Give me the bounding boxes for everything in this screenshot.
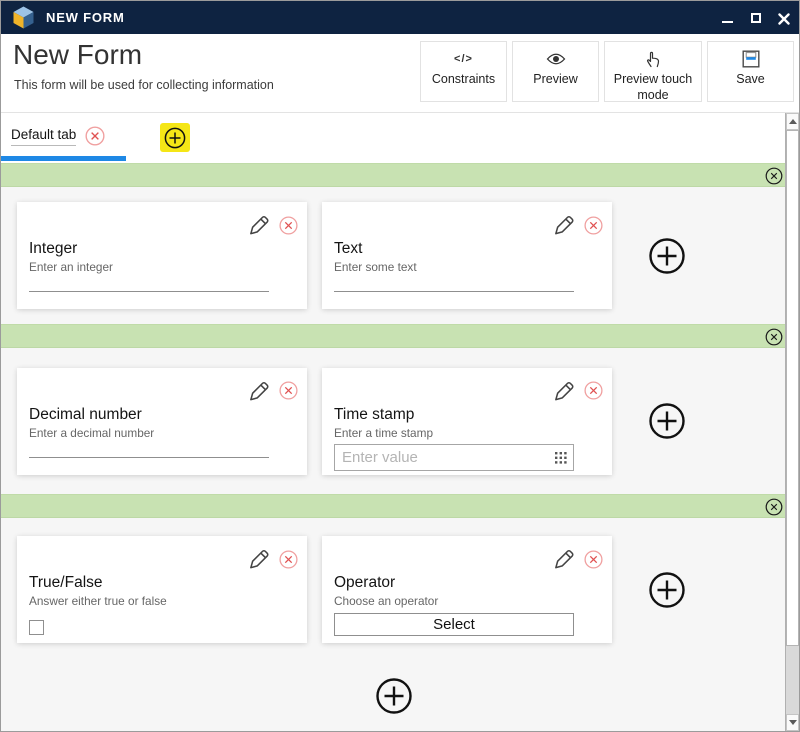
minimize-button[interactable] [722,12,734,24]
form-canvas: Integer Enter an integer Text Enter some… [1,163,786,731]
save-label: Save [736,71,765,87]
tab-bar: Default tab [1,113,786,163]
field-name: Decimal number [29,406,295,424]
field-card-integer: Integer Enter an integer [17,202,307,309]
page-subtitle: This form will be used for collecting in… [14,78,274,92]
field-card-decimal: Decimal number Enter a decimal number [17,368,307,475]
edit-field-icon[interactable] [553,380,575,402]
edit-field-icon[interactable] [248,548,270,570]
decimal-input[interactable] [29,457,269,458]
scroll-down-icon [789,720,797,725]
field-name: Time stamp [334,406,600,424]
field-description: Enter an integer [29,260,295,274]
scroll-down-button[interactable] [786,714,799,731]
app-logo-icon [13,6,34,29]
field-description: Answer either true or false [29,594,295,608]
edit-field-icon[interactable] [248,380,270,402]
field-name: Integer [29,240,295,258]
tab-default-label: Default tab [11,127,76,146]
vertical-scrollbar[interactable] [785,113,799,731]
constraints-label: Constraints [432,71,495,87]
text-input[interactable] [334,291,574,292]
eye-icon [546,52,566,66]
keypad-icon[interactable] [555,452,567,464]
edit-field-icon[interactable] [553,548,575,570]
app-window: NEW FORM New Form This form will be used… [0,0,800,732]
row-3-add-field-button[interactable] [648,571,686,609]
close-button[interactable] [778,12,790,24]
save-floppy-icon [742,50,760,68]
row-1-remove-icon[interactable] [765,167,783,185]
row-2-remove-icon[interactable] [765,328,783,346]
field-card-truefalse: True/False Answer either true or false [17,536,307,643]
maximize-icon [751,13,761,23]
row-1: Integer Enter an integer Text Enter some… [1,187,786,324]
tab-default[interactable]: Default tab [11,126,105,146]
field-card-operator: Operator Choose an operator Select [322,536,612,643]
window-controls [722,12,790,24]
constraints-button[interactable]: </> Constraints [420,41,507,102]
tab-close-icon[interactable] [85,126,105,146]
preview-button[interactable]: Preview [512,41,599,102]
row-2-add-field-button[interactable] [648,402,686,440]
app-title: NEW FORM [46,10,125,25]
minimize-icon [722,21,733,23]
integer-input[interactable] [29,291,269,292]
row-1-header [1,163,786,187]
page-title: New Form [13,39,142,71]
code-icon: </> [454,53,473,65]
add-tab-button[interactable] [160,123,190,152]
scroll-up-button[interactable] [786,113,799,130]
scrollbar-thumb[interactable] [786,130,799,646]
edit-field-icon[interactable] [553,214,575,236]
toolbar: </> Constraints Preview Preview touch mo… [420,41,794,102]
field-name: Operator [334,574,600,592]
field-name: True/False [29,574,295,592]
field-description: Enter some text [334,260,600,274]
add-row-button[interactable] [375,677,413,715]
row-3-header [1,494,786,518]
bottom-area [1,661,786,731]
row-2: Decimal number Enter a decimal number Ti… [1,348,786,494]
row-3: True/False Answer either true or false O… [1,518,786,661]
delete-field-icon[interactable] [279,381,298,400]
row-1-add-field-button[interactable] [648,237,686,275]
field-description: Choose an operator [334,594,600,608]
close-icon [778,13,790,25]
field-description: Enter a time stamp [334,426,600,440]
preview-label: Preview [533,71,577,87]
titlebar: NEW FORM [0,1,800,34]
field-card-text: Text Enter some text [322,202,612,309]
touch-hand-icon [645,50,661,68]
active-tab-indicator [1,156,126,161]
timestamp-input[interactable] [334,444,574,471]
field-name: Text [334,240,600,258]
truefalse-checkbox[interactable] [29,620,44,635]
preview-touch-mode-button[interactable]: Preview touch mode [604,41,702,102]
edit-field-icon[interactable] [248,214,270,236]
add-tab-plus-icon [164,127,186,149]
field-description: Enter a decimal number [29,426,295,440]
row-3-remove-icon[interactable] [765,498,783,516]
maximize-button[interactable] [750,12,762,24]
delete-field-icon[interactable] [584,550,603,569]
save-button[interactable]: Save [707,41,794,102]
preview-touch-mode-label: Preview touch mode [611,71,695,104]
delete-field-icon[interactable] [584,216,603,235]
row-2-header [1,324,786,348]
field-card-timestamp: Time stamp Enter a time stamp [322,368,612,475]
delete-field-icon[interactable] [279,550,298,569]
delete-field-icon[interactable] [279,216,298,235]
operator-select-button[interactable]: Select [334,613,574,636]
form-header: New Form This form will be used for coll… [1,34,799,113]
scroll-up-icon [789,119,797,124]
delete-field-icon[interactable] [584,381,603,400]
